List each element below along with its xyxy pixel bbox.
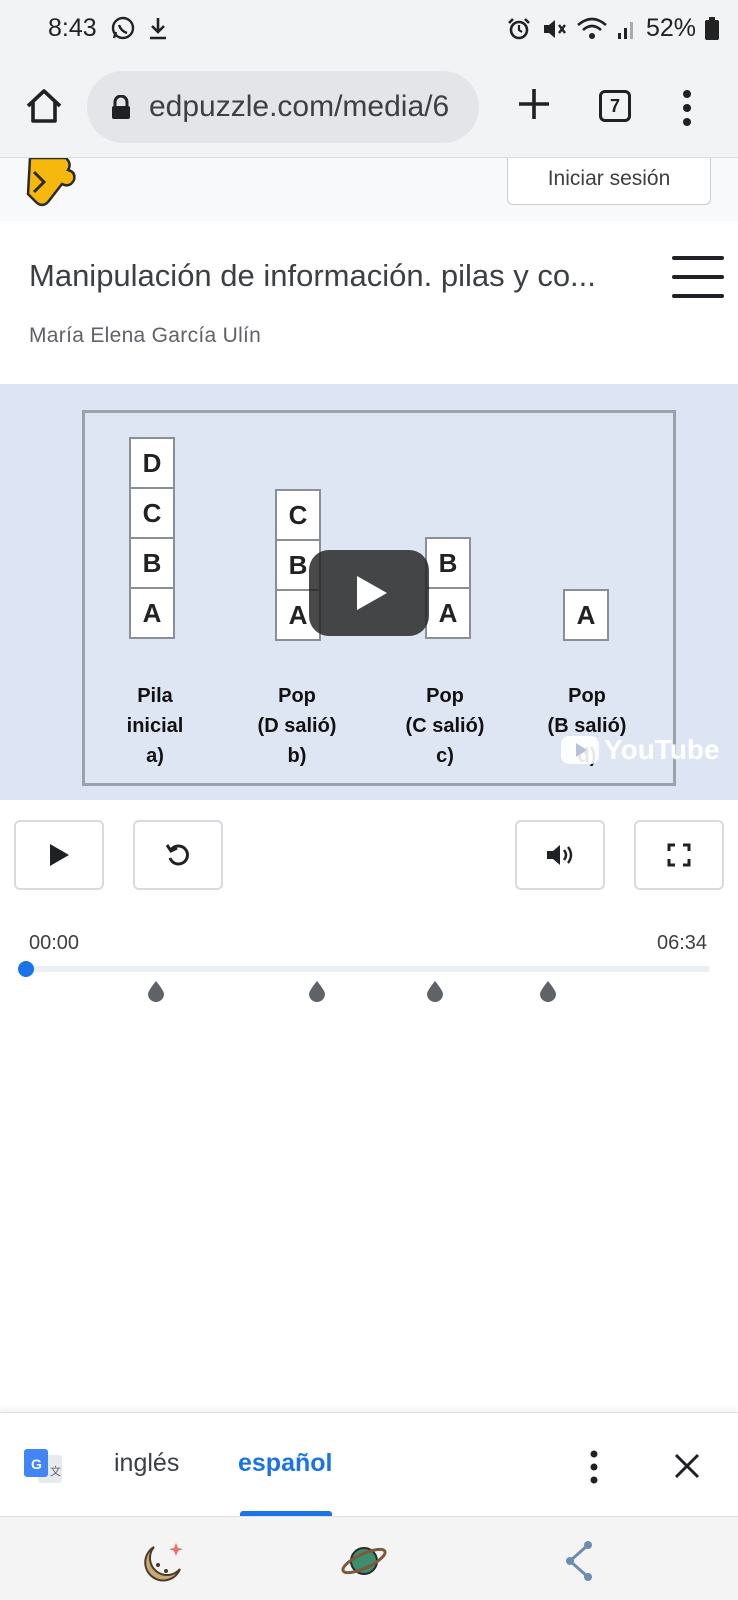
moon-sticker-icon[interactable] [140,1539,188,1583]
browser-toolbar: edpuzzle.com/media/6 7 [0,58,738,158]
stack-caption-c: Pop (C salió) c) [405,685,485,767]
stack-cell: B [129,537,175,589]
url-text: edpuzzle.com/media/6 [149,90,450,123]
replay-icon [165,844,189,866]
wifi-icon [577,17,607,39]
stack-cell: A [129,587,175,639]
author-name: María Elena García Ulín [29,324,262,347]
volume-button[interactable] [515,820,605,890]
translate-bar: G文 inglés español [0,1412,738,1517]
current-time: 00:00 [29,932,80,954]
question-marker-icon[interactable] [426,980,444,1002]
stack-d: A [563,589,609,641]
progress-bar[interactable] [24,966,710,972]
share-icon[interactable] [556,1539,604,1583]
fullscreen-icon [667,843,691,867]
tab-switcher-button[interactable]: 7 [599,90,631,122]
svg-text:G: G [31,1456,42,1472]
status-time: 8:43 [48,14,97,42]
address-bar[interactable]: edpuzzle.com/media/6 [87,71,479,143]
signal-icon [617,21,633,39]
video-player[interactable]: D C B A C B A B A A Pila inicial a) Pop … [0,384,738,800]
play-icon [357,576,387,610]
planet-icon[interactable] [340,1539,388,1583]
close-icon[interactable] [672,1451,702,1481]
volume-icon [547,845,573,865]
new-tab-icon[interactable] [514,84,554,124]
lock-icon [112,95,130,119]
status-bar: 8:43 52% [0,0,738,58]
stack-cell: C [275,489,321,541]
youtube-watermark[interactable]: YouTube [560,734,720,766]
target-language-tab[interactable]: español [238,1449,332,1478]
stack-cell: A [425,587,471,639]
svg-text:文: 文 [50,1464,61,1478]
stack-cell: D [129,437,175,489]
rewind-button[interactable] [133,820,223,890]
question-marker-icon[interactable] [147,980,165,1002]
question-marker-icon[interactable] [539,980,557,1002]
play-button[interactable] [14,820,104,890]
duration: 06:34 [657,932,708,954]
stack-caption-a: Pila inicial a) [126,685,184,767]
fullscreen-button[interactable] [634,820,724,890]
progress-handle[interactable] [18,961,34,977]
play-icon [50,844,69,866]
home-icon[interactable] [22,84,66,128]
battery-icon [705,16,719,40]
battery-percent: 52% [645,14,696,42]
site-header: Iniciar sesión [0,158,738,222]
youtube-label: YouTube [604,734,720,765]
download-icon [150,18,166,40]
stack-cell: C [129,487,175,539]
alarm-icon [508,17,530,39]
video-play-overlay-button[interactable] [309,550,429,636]
edpuzzle-logo-icon[interactable] [26,158,78,208]
google-translate-icon[interactable]: G文 [24,1449,64,1485]
source-language-tab[interactable]: inglés [114,1449,179,1478]
translate-menu-icon[interactable] [584,1447,604,1487]
whatsapp-icon [111,16,135,40]
stack-cell: A [563,589,609,641]
browser-menu-icon[interactable] [677,88,697,128]
video-title: Manipulación de información. pilas y co.… [29,258,596,293]
stack-caption-b: Pop (D salió) b) [257,685,337,767]
mute-icon [543,19,566,38]
stack-a: D C B A [129,437,175,639]
signin-button[interactable]: Iniciar sesión [507,158,711,205]
question-marker-icon[interactable] [308,980,326,1002]
system-nav-bar [0,1516,738,1600]
stack-c: B A [425,537,471,639]
youtube-icon [561,736,599,764]
stack-cell: B [425,537,471,589]
hamburger-menu-icon[interactable] [672,256,724,302]
